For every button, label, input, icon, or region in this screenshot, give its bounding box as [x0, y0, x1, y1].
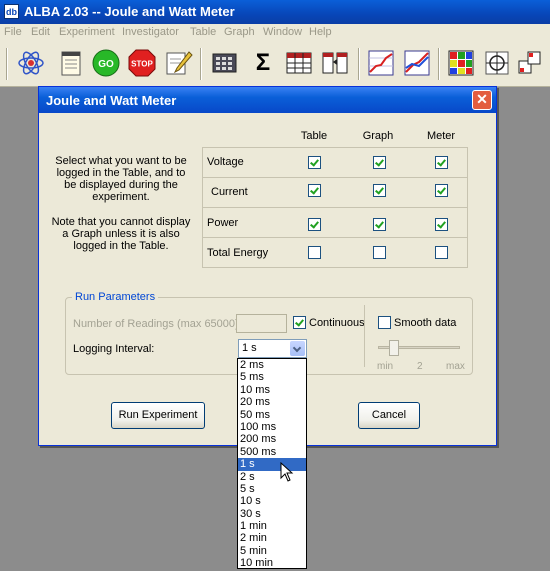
table-icon[interactable] [284, 48, 314, 78]
toolbar-separator [438, 48, 440, 80]
grid-color-icon[interactable] [446, 48, 476, 78]
interval-option[interactable]: 1 s [238, 458, 306, 471]
go-label: GO [98, 59, 114, 70]
interval-option[interactable]: 2 s [238, 471, 306, 483]
notepad-icon[interactable] [56, 48, 86, 78]
instructions-text: Select what you want to be logged in the… [55, 155, 187, 203]
interval-option[interactable]: 50 ms [238, 409, 306, 421]
run-experiment-button[interactable]: Run Experiment [111, 402, 205, 429]
interval-option[interactable]: 5 ms [238, 371, 306, 383]
logging-interval-value: 1 s [242, 342, 257, 354]
toolbar: GO STOP Σ [0, 42, 550, 87]
close-icon[interactable]: ✕ [472, 90, 492, 110]
dialog-title: Joule and Watt Meter [46, 93, 177, 108]
interval-option[interactable]: 10 s [238, 495, 306, 507]
slider-max-label: max [446, 361, 465, 372]
app-logo-icon: db [4, 4, 19, 19]
logging-interval-label: Logging Interval: [73, 343, 155, 355]
chevron-down-icon[interactable] [290, 341, 305, 356]
interval-option[interactable]: 2 ms [238, 359, 306, 371]
interval-option[interactable]: 2 min [238, 532, 306, 544]
interval-option[interactable]: 200 ms [238, 433, 306, 445]
dual-graph-icon[interactable] [402, 48, 432, 78]
voltage-graph-checkbox[interactable] [373, 156, 386, 169]
power-meter-checkbox[interactable] [435, 218, 448, 231]
power-graph-checkbox[interactable] [373, 218, 386, 231]
total-energy-graph-checkbox[interactable] [373, 246, 386, 259]
column-header-meter: Meter [426, 130, 456, 142]
scale-icon[interactable] [516, 48, 546, 78]
menu-file[interactable]: File [4, 26, 22, 38]
num-readings-input[interactable] [236, 314, 287, 333]
current-table-checkbox[interactable] [308, 184, 321, 197]
row-total-energy: Total Energy [203, 238, 467, 267]
menu-table[interactable]: Table [190, 26, 216, 38]
menu-experiment[interactable]: Experiment [59, 26, 115, 38]
row-power: Power [203, 208, 467, 238]
logging-interval-select[interactable]: 1 s [238, 339, 307, 358]
graph-note-text: Note that you cannot display a Graph unl… [51, 216, 191, 252]
toolbar-separator [358, 48, 360, 80]
menu-bar: File Edit Experiment Investigator Table … [0, 24, 550, 42]
current-graph-checkbox[interactable] [373, 184, 386, 197]
interval-option[interactable]: 1 min [238, 520, 306, 532]
interval-option[interactable]: 30 s [238, 508, 306, 520]
row-label: Power [207, 217, 239, 229]
smooth-data-label: Smooth data [394, 317, 457, 329]
interval-option[interactable]: 20 ms [238, 396, 306, 408]
mouse-pointer-icon [280, 462, 294, 482]
toolbar-separator [200, 48, 202, 80]
logging-grid: Voltage Current Power Total Energy [202, 147, 468, 268]
pencil-note-icon[interactable] [163, 48, 193, 78]
atom-icon[interactable] [16, 48, 46, 78]
columns-icon[interactable] [320, 48, 350, 78]
continuous-checkbox[interactable] [293, 316, 306, 329]
voltage-meter-checkbox[interactable] [435, 156, 448, 169]
interval-option[interactable]: 500 ms [238, 446, 306, 458]
menu-graph[interactable]: Graph [224, 26, 255, 38]
interval-option[interactable]: 10 ms [238, 384, 306, 396]
smooth-data-checkbox[interactable] [378, 316, 391, 329]
power-table-checkbox[interactable] [308, 218, 321, 231]
row-label: Current [211, 186, 248, 198]
run-parameters-legend: Run Parameters [72, 291, 159, 303]
app-title: ALBA 2.03 -- Joule and Watt Meter [24, 4, 235, 19]
graph-icon[interactable] [366, 48, 396, 78]
continuous-label: Continuous [309, 317, 365, 329]
row-label: Voltage [207, 156, 244, 168]
stop-button-icon[interactable]: STOP [127, 48, 157, 78]
group-divider [364, 305, 365, 367]
menu-investigator[interactable]: Investigator [122, 26, 179, 38]
dialog-title-bar: Joule and Watt Meter ✕ [39, 87, 496, 113]
row-label: Total Energy [207, 247, 269, 259]
row-voltage: Voltage [203, 148, 467, 178]
column-header-table: Table [300, 130, 328, 142]
go-button-icon[interactable]: GO [91, 48, 121, 78]
logging-interval-dropdown: 2 ms 5 ms 10 ms 20 ms 50 ms 100 ms 200 m… [237, 358, 307, 569]
sum-icon[interactable]: Σ [248, 48, 278, 78]
stop-label: STOP [131, 60, 153, 69]
column-header-graph: Graph [362, 130, 394, 142]
total-energy-table-checkbox[interactable] [308, 246, 321, 259]
interval-option[interactable]: 100 ms [238, 421, 306, 433]
calculator-icon[interactable] [209, 48, 239, 78]
interval-option[interactable]: 5 s [238, 483, 306, 495]
row-current: Current [203, 178, 467, 208]
slider-min-label: min [377, 361, 394, 372]
voltage-table-checkbox[interactable] [308, 156, 321, 169]
menu-window[interactable]: Window [263, 26, 302, 38]
smoothing-slider-thumb[interactable] [389, 340, 399, 356]
slider-mid-label: 2 [417, 361, 423, 372]
current-meter-checkbox[interactable] [435, 184, 448, 197]
interval-option[interactable]: 10 min [238, 557, 306, 569]
crosshair-icon[interactable] [482, 48, 512, 78]
total-energy-meter-checkbox[interactable] [435, 246, 448, 259]
app-title-bar: db ALBA 2.03 -- Joule and Watt Meter [0, 0, 550, 24]
cancel-button[interactable]: Cancel [358, 402, 420, 429]
menu-edit[interactable]: Edit [31, 26, 50, 38]
num-readings-label: Number of Readings (max 65000): [73, 318, 242, 330]
menu-help[interactable]: Help [309, 26, 332, 38]
toolbar-separator [6, 48, 8, 80]
interval-option[interactable]: 5 min [238, 545, 306, 557]
